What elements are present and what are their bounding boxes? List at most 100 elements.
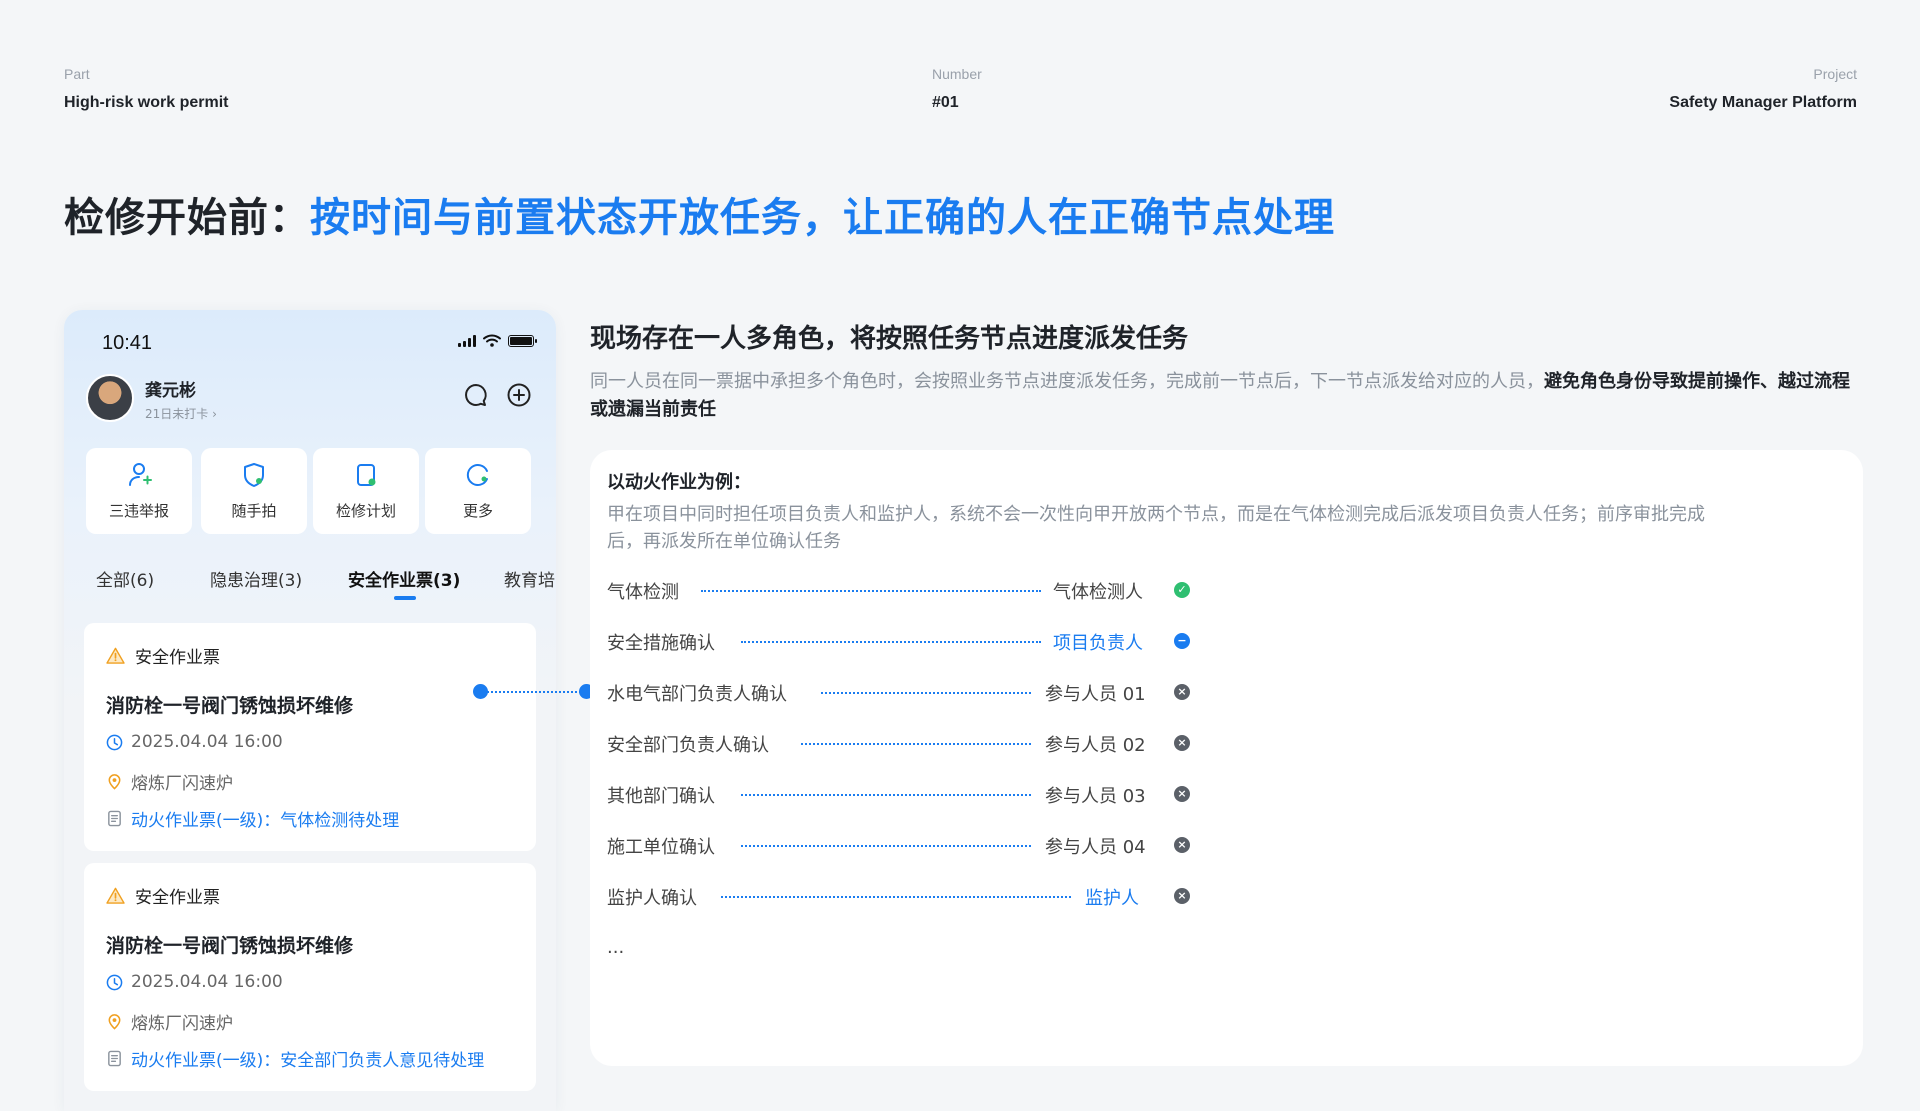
flow-step: 监护人确认 [607, 888, 697, 909]
card-datetime-text: 2025.04.04 16:00 [131, 972, 283, 992]
shield-camera-icon [244, 463, 264, 487]
flow-row: 水电气部门负责人确认 参与人员 01 × [607, 680, 1207, 705]
pending-x-icon: × [1174, 786, 1190, 802]
flow-row: 安全措施确认 项目负责人 − [607, 629, 1207, 654]
title-highlight: 按时间与前置状态开放任务，让正确的人在正确节点处理 [310, 195, 1335, 241]
title-prefix: 检修开始前： [64, 195, 310, 241]
message-icon[interactable] [463, 382, 489, 408]
pending-x-icon: × [1174, 888, 1190, 904]
add-circle-icon[interactable] [506, 382, 532, 408]
quick-action-snapshot[interactable]: 随手拍 [201, 448, 307, 534]
quick-action-label: 检修计划 [335, 502, 396, 520]
tab-all[interactable]: 全部(6) [96, 566, 154, 591]
meta-number: Number #01 [932, 66, 982, 112]
in-progress-icon: − [1174, 633, 1190, 649]
more-icon [466, 464, 488, 486]
flow-dotted-line [701, 590, 1041, 592]
maintenance-plan-icon [357, 464, 376, 486]
flow-row: 施工单位确认 参与人员 04 × [607, 833, 1207, 858]
tab-bar: 全部(6) 隐患治理(3) 安全作业票(3) 教育培 [64, 566, 556, 606]
card-status-text: 动火作业票(一级)：气体检测待处理 [131, 811, 400, 831]
flow-role: 参与人员 04 [1045, 837, 1146, 858]
clock-icon [106, 974, 123, 990]
flow-step: 气体检测 [607, 582, 679, 603]
document-icon [108, 1050, 121, 1067]
number-label: Number [932, 66, 982, 82]
flow-row: 监护人确认 监护人 × [607, 884, 1207, 909]
flow-role: 参与人员 02 [1045, 735, 1146, 756]
clock-icon [106, 734, 123, 750]
status-time: 10:41 [102, 332, 153, 354]
flow-step: 水电气部门负责人确认 [607, 684, 787, 705]
flow-role: 参与人员 01 [1045, 684, 1146, 705]
signal-icon [458, 334, 476, 347]
part-value: High-risk work permit [64, 94, 229, 111]
flow-dotted-line [821, 692, 1031, 694]
flow-row: 其他部门确认 参与人员 03 × [607, 782, 1207, 807]
quick-action-maintenance-plan[interactable]: 检修计划 [313, 448, 419, 534]
flow-dotted-line [741, 794, 1031, 796]
location-icon [108, 1014, 121, 1030]
flow-step: 安全措施确认 [607, 633, 715, 654]
flow-row: 安全部门负责人确认 参与人员 02 × [607, 731, 1207, 756]
example-description: 甲在项目中同时担任项目负责人和监护人，系统不会一次性向甲开放两个节点，而是在气体… [607, 504, 1705, 552]
example-title: 以动火作业为例： [607, 472, 751, 493]
number-value: #01 [932, 94, 959, 111]
task-card[interactable]: 安全作业票 消防栓一号阀门锈蚀损坏维修 2025.04.04 16:00 熔炼厂… [84, 623, 536, 851]
quick-action-label: 三违举报 [108, 502, 169, 520]
card-datetime-text: 2025.04.04 16:00 [131, 732, 283, 752]
card-title: 消防栓一号阀门锈蚀损坏维修 [106, 935, 354, 957]
card-location: 熔炼厂闪速炉 [106, 1009, 233, 1034]
tab-hazard[interactable]: 隐患治理(3) [210, 566, 302, 591]
flow-step: 施工单位确认 [607, 837, 715, 858]
card-title: 消防栓一号阀门锈蚀损坏维修 [106, 695, 354, 717]
quick-action-label: 随手拍 [231, 502, 277, 520]
card-type-label: 安全作业票 [135, 888, 220, 908]
card-type-label: 安全作业票 [135, 648, 220, 668]
quick-action-more[interactable]: 更多 [425, 448, 531, 534]
phone-mockup: 10:41 龚元彬 21日未打卡 › 三违举报 随手拍 检修计划 更多 全部(6… [64, 310, 556, 1111]
tab-work-permit[interactable]: 安全作业票(3) [348, 566, 460, 591]
description-text: 同一人员在同一票据中承担多个角色时，会按照业务节点进度派发任务，完成前一节点后，… [590, 371, 1544, 392]
section-title: 现场存在一人多角色，将按照任务节点进度派发任务 [590, 324, 1189, 354]
more-steps-ellipsis: ... [607, 937, 625, 958]
avatar[interactable] [86, 374, 134, 422]
user-checkin-status[interactable]: 21日未打卡 › [145, 405, 217, 422]
example-panel: 以动火作业为例： 甲在项目中同时担任项目负责人和监护人，系统不会一次性向甲开放两… [590, 450, 1863, 1066]
flow-dotted-line [741, 641, 1041, 643]
section-description: 同一人员在同一票据中承担多个角色时，会按照业务节点进度派发任务，完成前一节点后，… [590, 368, 1860, 424]
card-datetime: 2025.04.04 16:00 [106, 732, 283, 752]
card-datetime: 2025.04.04 16:00 [106, 972, 283, 992]
tab-education[interactable]: 教育培 [504, 566, 555, 591]
user-name: 龚元彬 [145, 381, 196, 401]
flow-step: 其他部门确认 [607, 786, 715, 807]
card-location-text: 熔炼厂闪速炉 [131, 774, 233, 794]
part-label: Part [64, 66, 90, 82]
meta-project: Project Safety Manager Platform [1669, 66, 1857, 112]
card-type: 安全作业票 [106, 643, 220, 668]
pending-x-icon: × [1174, 684, 1190, 700]
battery-icon [508, 334, 537, 347]
flow-role: 参与人员 03 [1045, 786, 1146, 807]
quick-action-report[interactable]: 三违举报 [86, 448, 192, 534]
check-icon: ✓ [1174, 582, 1190, 598]
task-card[interactable]: 安全作业票 消防栓一号阀门锈蚀损坏维修 2025.04.04 16:00 熔炼厂… [84, 863, 536, 1091]
flow-role: 监护人 [1085, 888, 1139, 909]
meta-part: Part High-risk work permit [64, 66, 228, 112]
pending-x-icon: × [1174, 837, 1190, 853]
card-status[interactable]: 动火作业票(一级)：安全部门负责人意见待处理 [106, 1046, 484, 1071]
location-icon [108, 774, 121, 790]
card-location: 熔炼厂闪速炉 [106, 769, 233, 794]
flow-step: 安全部门负责人确认 [607, 735, 769, 756]
project-value: Safety Manager Platform [1669, 94, 1857, 111]
connector-line [480, 691, 588, 693]
document-icon [108, 810, 121, 827]
card-type: 安全作业票 [106, 883, 220, 908]
warning-icon [106, 647, 125, 664]
card-status[interactable]: 动火作业票(一级)：气体检测待处理 [106, 806, 399, 831]
quick-action-label: 更多 [462, 502, 493, 520]
card-status-text: 动火作业票(一级)：安全部门负责人意见待处理 [131, 1051, 485, 1071]
flow-dotted-line [741, 845, 1031, 847]
active-tab-indicator [394, 596, 416, 600]
flow-row: 气体检测 气体检测人 ✓ [607, 578, 1207, 603]
